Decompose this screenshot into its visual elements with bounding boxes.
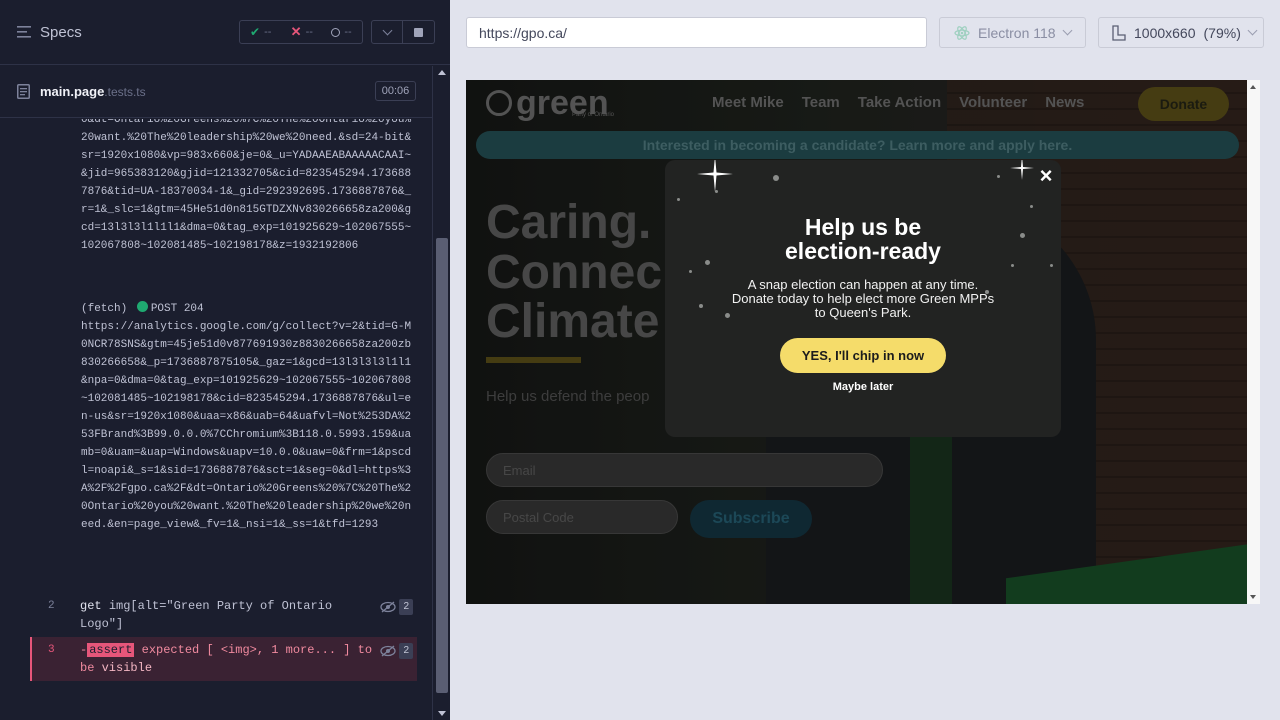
failed-status: ✕ -- xyxy=(281,24,322,40)
modal-body: A snap election can happen at any time. … xyxy=(725,278,1001,320)
modal-title-line-2: election-ready xyxy=(785,238,941,264)
url-input[interactable]: https://gpo.ca/ xyxy=(466,17,927,48)
maybe-later-link[interactable]: Maybe later xyxy=(665,381,1061,393)
fetch-method: POST 204 xyxy=(150,303,204,315)
star-dot xyxy=(689,270,692,273)
runner-topbar: Specs ✔ -- ✕ -- -- xyxy=(0,0,450,65)
command-number: 2 xyxy=(48,600,55,612)
passed-count: -- xyxy=(264,26,272,38)
assert-expected: expected xyxy=(141,643,200,657)
assert-subject: [ <img>, 1 more... ] xyxy=(206,643,351,657)
count-badge: 2 xyxy=(399,643,413,659)
command-body: get img[alt="Green Party of Ontario Logo… xyxy=(80,597,375,633)
check-icon: ✔ xyxy=(250,25,261,39)
chevron-down-icon xyxy=(1247,25,1258,36)
fetch-label: (fetch) xyxy=(81,303,128,315)
star-dot xyxy=(677,198,680,201)
spec-file-name[interactable]: main.page.tests.ts xyxy=(40,84,146,99)
fetch-log-line[interactable]: (fetch) POST 204 xyxy=(81,300,416,318)
pending-circle-icon xyxy=(331,27,341,37)
stop-button[interactable] xyxy=(403,20,435,44)
assert-visible: visible xyxy=(101,661,153,675)
specs-list-icon[interactable] xyxy=(17,26,31,38)
collapse-button[interactable] xyxy=(371,20,403,44)
command-name: get xyxy=(80,599,102,613)
element-count: 2 xyxy=(380,599,413,615)
viewport-size: 1000x660 xyxy=(1134,24,1196,41)
chevron-down-icon xyxy=(382,25,392,35)
command-row-get[interactable]: 2 get img[alt="Green Party of Ontario Lo… xyxy=(30,597,417,633)
viewport-selector[interactable]: 1000x660 (79%) xyxy=(1098,17,1264,48)
modal-body-line-1: A snap election can happen at any time. xyxy=(747,277,979,292)
scroll-up-icon[interactable] xyxy=(438,70,446,75)
command-arg: img[alt="Green Party of Ontario Logo"] xyxy=(80,599,333,631)
chip-in-button[interactable]: YES, I'll chip in now xyxy=(780,338,946,373)
failed-count: -- xyxy=(305,26,313,38)
spec-name-base: main.page xyxy=(40,84,105,99)
spec-duration: 00:06 xyxy=(375,81,416,101)
eye-slash-icon xyxy=(380,601,397,613)
ruler-icon xyxy=(1112,24,1126,41)
passed-status: ✔ -- xyxy=(240,25,281,39)
scroll-down-icon[interactable] xyxy=(438,711,446,716)
star-dot xyxy=(699,304,703,308)
modal-title-line-1: Help us be xyxy=(804,214,922,240)
spec-header: main.page.tests.ts 00:06 xyxy=(0,66,432,118)
element-count: 2 xyxy=(380,643,413,659)
scrollbar-thumb[interactable] xyxy=(436,238,448,693)
sparkle-icon xyxy=(697,160,733,192)
test-status-group: ✔ -- ✕ -- -- xyxy=(239,20,363,44)
count-badge: 2 xyxy=(399,599,413,615)
modal-body-line-2: Donate today to help elect more Green MP… xyxy=(731,291,995,306)
status-dot-icon xyxy=(136,301,148,312)
x-icon: ✕ xyxy=(290,24,302,39)
modal-title: Help us be election-ready xyxy=(665,215,1061,263)
browser-selector[interactable]: Electron 118 xyxy=(939,17,1086,48)
star-dot xyxy=(1050,264,1053,267)
command-row-assert[interactable]: 3 - assert expected [ <img>, 1 more... ] … xyxy=(30,637,417,681)
file-icon xyxy=(17,84,30,99)
modal-body-line-3: to Queen's Park. xyxy=(814,305,912,320)
star-dot xyxy=(997,175,1000,178)
command-body: - assert expected [ <img>, 1 more... ] to… xyxy=(80,641,375,677)
specs-title[interactable]: Specs xyxy=(40,24,82,41)
assert-tag: assert xyxy=(87,643,135,657)
command-number: 3 xyxy=(48,644,55,656)
close-icon[interactable]: × xyxy=(1037,165,1055,187)
app-under-test-frame: green Party of Ontario Meet Mike Team Ta… xyxy=(466,80,1247,604)
star-dot xyxy=(1030,205,1033,208)
pending-status: -- xyxy=(321,26,362,38)
test-runner-panel: Specs ✔ -- ✕ -- -- main.page.tests.ts 00… xyxy=(0,0,450,720)
scroll-down-icon[interactable] xyxy=(1250,595,1256,599)
viewport-zoom: (79%) xyxy=(1203,24,1241,41)
spec-name-ext: .tests.ts xyxy=(104,85,146,99)
browser-name: Electron 118 xyxy=(978,24,1056,41)
scroll-up-icon[interactable] xyxy=(1250,85,1256,89)
star-dot xyxy=(773,175,779,181)
electron-icon xyxy=(954,25,970,40)
sparkle-icon xyxy=(1010,160,1034,180)
eye-slash-icon xyxy=(380,645,397,657)
fetch-url-text[interactable]: https://analytics.google.com/g/collect?v… xyxy=(81,318,416,534)
log-request-text[interactable]: 0&dt=Ontario%20Greens%20%7C%20The%20Onta… xyxy=(81,119,416,255)
aut-scrollbar[interactable] xyxy=(1247,80,1260,604)
log-scrollbar[interactable] xyxy=(432,66,450,720)
pending-count: -- xyxy=(344,26,352,38)
donation-modal: × Help us be election-ready A snap elect… xyxy=(665,160,1061,437)
star-dot xyxy=(1011,264,1014,267)
command-log: 0&dt=Ontario%20Greens%20%7C%20The%20Onta… xyxy=(0,119,432,694)
chevron-down-icon xyxy=(1062,25,1073,36)
stop-icon xyxy=(414,27,423,37)
